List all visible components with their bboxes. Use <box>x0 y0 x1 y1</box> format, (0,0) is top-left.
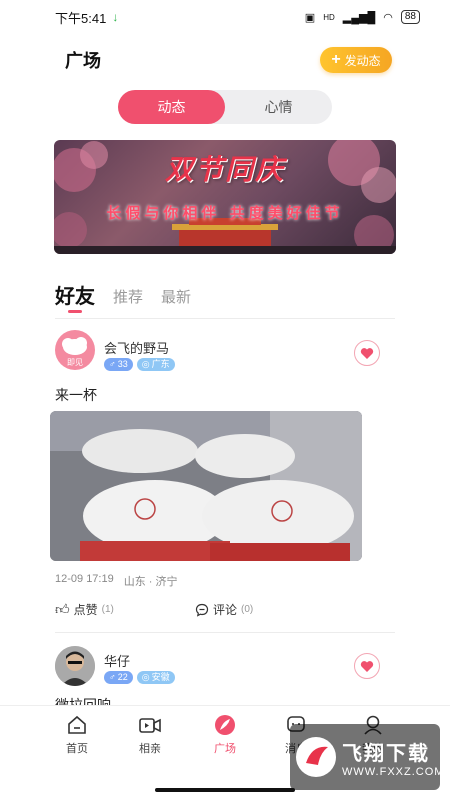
heart-icon <box>360 660 374 672</box>
post-meta: 12-09 17:19 山东 · 济宁 <box>55 573 178 589</box>
status-left: 下午5:41 ↓ <box>55 8 118 27</box>
watermark-logo-icon <box>296 737 336 777</box>
nav-home[interactable]: 首页 <box>47 714 107 756</box>
location-pin-icon: ◎ <box>141 359 150 369</box>
gender-age-badge: ♂ 22 <box>104 671 133 684</box>
feed-tabs: 好友 推荐 最新 <box>55 280 191 313</box>
nav-square-label: 广场 <box>214 743 236 755</box>
user-tags: ♂ 22 ◎ 安徽 <box>104 671 175 684</box>
post-button-label: 发动态 <box>344 53 381 68</box>
tab-friends[interactable]: 好友 <box>55 280 95 309</box>
user-photo-avatar <box>55 646 95 686</box>
post-text: 来一杯 <box>55 387 97 403</box>
banner-title: 双节同庆 <box>164 153 285 186</box>
home-indicator[interactable] <box>155 788 295 792</box>
like-heart-button[interactable] <box>354 340 380 366</box>
battery-icon: 88 <box>400 10 420 24</box>
post-photo[interactable] <box>50 411 362 561</box>
nav-dating-label: 相亲 <box>139 743 161 755</box>
status-right: ▣ HD ▂▄▆█ ◠ 88 <box>305 10 420 24</box>
home-icon <box>68 715 86 734</box>
comment-icon <box>195 603 209 617</box>
feather-icon <box>215 715 235 735</box>
divider <box>55 632 395 633</box>
status-time: 下午5:41 <box>55 10 107 26</box>
location-pin-icon: ◎ <box>141 672 150 682</box>
nav-square[interactable]: 广场 <box>195 714 255 756</box>
active-tab-indicator <box>68 310 82 313</box>
nav-dating[interactable]: 相亲 <box>120 714 180 756</box>
post-timestamp: 12-09 17:19 <box>55 573 114 585</box>
page-title: 广场 <box>65 51 101 71</box>
thumbs-up-icon: 👍︎ <box>55 601 70 617</box>
location-badge: ◎ 安徽 <box>136 671 175 684</box>
location-value: 安徽 <box>151 672 170 682</box>
tab-mood[interactable]: 心情 <box>225 90 332 124</box>
banner-subtitle: 长假与你相伴 共度美好佳节 <box>106 204 344 222</box>
like-action[interactable]: 👍︎ 点赞 (1) <box>55 601 114 618</box>
screen-record-icon: ▣ <box>304 11 316 24</box>
like-heart-button[interactable] <box>354 653 380 679</box>
user-tags: ♂ 33 ◎ 广东 <box>104 358 175 371</box>
tab-recommended[interactable]: 推荐 <box>113 286 143 307</box>
post-button[interactable]: + 发动态 <box>320 47 392 73</box>
avatar[interactable]: 即见 <box>55 330 95 370</box>
signal-icon: ▂▄▆█ <box>342 11 376 24</box>
comment-label: 评论 <box>213 603 238 617</box>
watermark-url: WWW.FXXZ.COM <box>342 765 445 778</box>
username[interactable]: 华仔 <box>104 651 130 670</box>
male-icon: ♂ <box>109 359 116 369</box>
post-location: 山东 · 济宁 <box>123 576 178 588</box>
age-value: 33 <box>117 359 128 369</box>
download-arrow-icon: ↓ <box>112 10 119 24</box>
watermark-title: 飞翔下载 <box>342 740 430 765</box>
avatar[interactable] <box>55 646 95 686</box>
site-watermark: 飞翔下载 WWW.FXXZ.COM <box>290 724 443 790</box>
tea-cups-photo <box>50 411 362 561</box>
watermark-logo-mark <box>298 739 334 775</box>
video-icon <box>139 718 161 733</box>
status-bar: 下午5:41 ↓ ▣ HD ▂▄▆█ ◠ 88 <box>0 0 450 34</box>
like-count: (1) <box>101 604 114 615</box>
age-value: 22 <box>117 672 128 682</box>
divider <box>55 318 395 319</box>
signal-hd-label: HD <box>323 12 335 22</box>
watermark-text: 飞翔下载 WWW.FXXZ.COM <box>342 737 444 778</box>
avatar-caption: 即见 <box>67 358 83 367</box>
heart-icon <box>360 347 374 359</box>
male-icon: ♂ <box>109 672 116 682</box>
comment-action[interactable]: 评论 (0) <box>195 601 253 618</box>
comment-count: (0) <box>241 604 254 615</box>
nav-home-label: 首页 <box>66 743 88 755</box>
holiday-banner[interactable]: 双节同庆 长假与你相伴 共度美好佳节 <box>54 140 396 254</box>
gender-age-badge: ♂ 33 <box>104 358 133 371</box>
location-badge: ◎ 广东 <box>136 358 175 371</box>
tab-latest[interactable]: 最新 <box>161 286 191 307</box>
wifi-icon: ◠ <box>383 11 393 24</box>
segmented-control: 动态 心情 <box>118 90 332 124</box>
tab-dynamic[interactable]: 动态 <box>118 90 225 124</box>
plus-icon: + <box>331 51 341 68</box>
header: 广场 + 发动态 <box>0 40 450 78</box>
location-value: 广东 <box>151 359 170 369</box>
username[interactable]: 会飞的野马 <box>104 338 169 357</box>
like-label: 点赞 <box>73 603 98 617</box>
